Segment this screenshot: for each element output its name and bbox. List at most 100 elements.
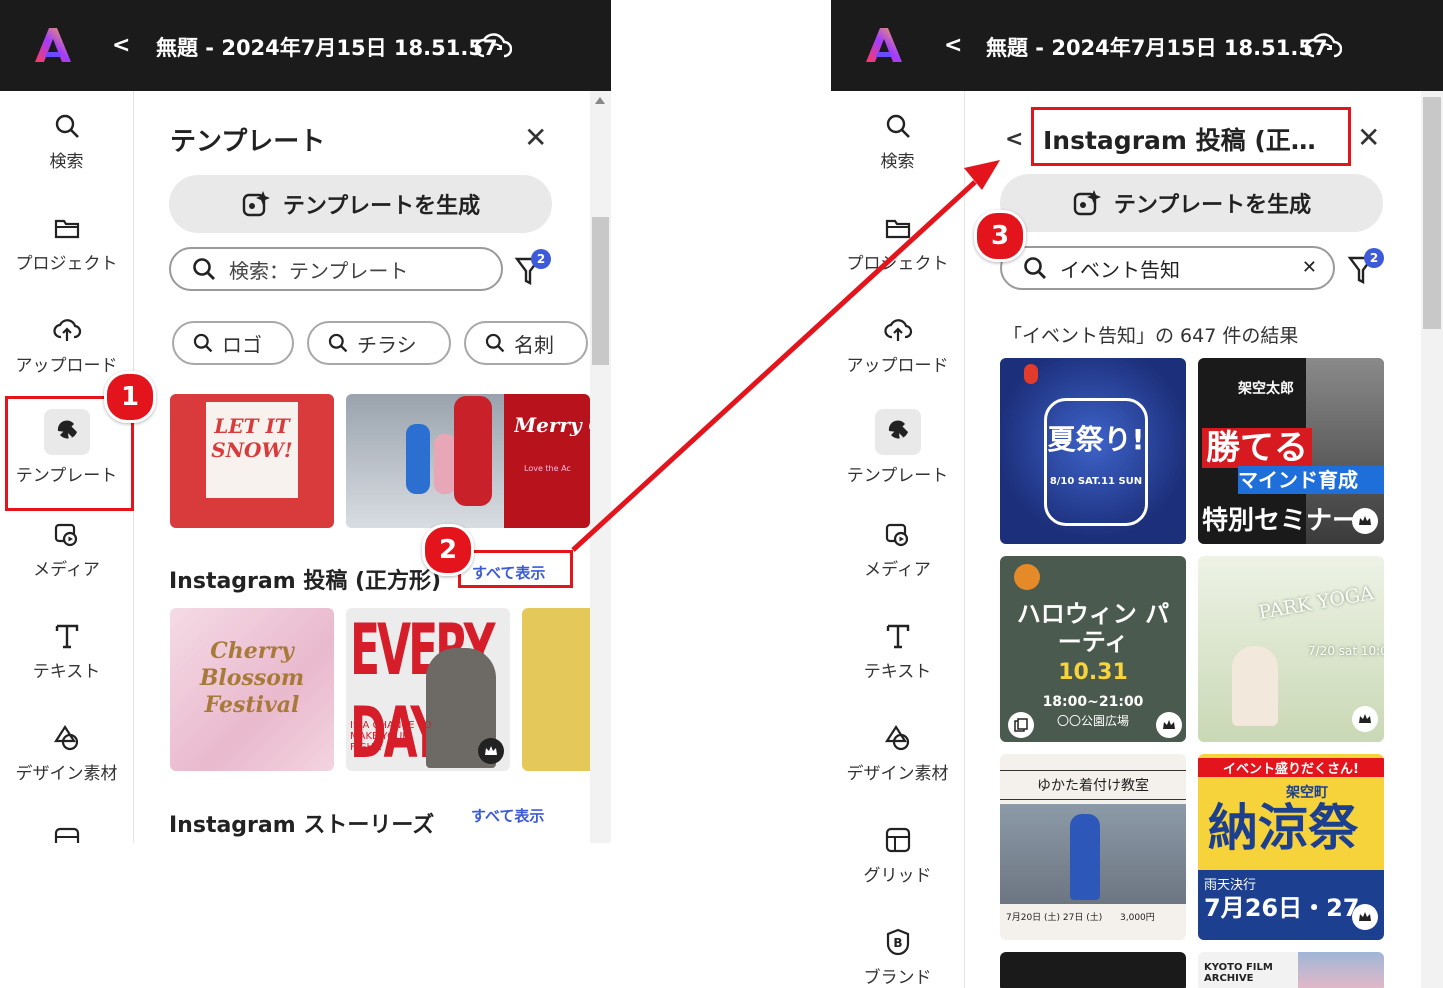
thumb-text: 特別セミナー bbox=[1202, 506, 1359, 536]
thumb-text: 夏祭り! bbox=[1047, 423, 1145, 456]
thumb-text: 7月26日・27 bbox=[1204, 894, 1360, 922]
scroll-up-arrow-icon[interactable] bbox=[595, 97, 605, 104]
sidebar-item-search[interactable]: 検索 bbox=[0, 111, 133, 172]
copy-icon bbox=[1008, 712, 1034, 738]
sidebar-item-media[interactable]: メディア bbox=[0, 519, 133, 580]
template-thumb-cherry-blossom[interactable]: Cherry Blossom Festival bbox=[170, 608, 334, 771]
sidebar-item-upload[interactable]: アップロード bbox=[0, 315, 133, 376]
sidebar-item-search[interactable]: 検索 bbox=[831, 111, 964, 172]
template-thumb-merry-christmas[interactable]: Merry Christ Love the Ac bbox=[346, 394, 590, 528]
scrollbar-thumb[interactable] bbox=[1423, 97, 1441, 329]
design-elements-icon bbox=[884, 724, 909, 751]
left-sidebar: 検索 プロジェクト アップロード テンプレート メディア テキスト デザイン素材 bbox=[831, 91, 965, 988]
panel-scrollbar[interactable] bbox=[590, 91, 611, 843]
thumb-text: 3,000円 bbox=[1120, 913, 1155, 923]
sidebar-item-label: グリッド bbox=[863, 866, 932, 886]
thumb-text: KYOTO FILM ARCHIVE bbox=[1204, 962, 1273, 984]
panel-back-chevron-icon[interactable]: < bbox=[1005, 127, 1023, 152]
chip-flyer[interactable]: チラシ bbox=[307, 321, 451, 365]
highlight-panel-title bbox=[1031, 107, 1351, 166]
sidebar-item-projects[interactable]: プロジェクト bbox=[831, 213, 964, 274]
sidebar-item-media[interactable]: メディア bbox=[831, 519, 964, 580]
chip-label: チラシ bbox=[357, 332, 417, 357]
sidebar-item-design-elements[interactable]: デザイン素材 bbox=[831, 723, 964, 784]
text-icon bbox=[55, 624, 78, 649]
upload-icon bbox=[52, 319, 81, 341]
chip-business-card[interactable]: 名刺 bbox=[464, 321, 588, 365]
panel-title: テンプレート bbox=[170, 127, 326, 157]
lantern-decoration bbox=[1024, 364, 1038, 384]
template-result-kyoto-film[interactable]: KYOTO FILM ARCHIVE bbox=[1198, 952, 1384, 988]
templates-panel: < Instagram 投稿 (正… ✕ テンプレートを生成 イベント告知 ✕ … bbox=[965, 91, 1443, 988]
app-topbar: < 無題 - 2024年7月15日 18.51.57 bbox=[0, 0, 611, 91]
thumb-photo-sakura bbox=[1298, 952, 1384, 988]
adobe-express-logo[interactable] bbox=[34, 26, 72, 64]
panel-scrollbar[interactable] bbox=[1421, 91, 1443, 988]
search-icon bbox=[485, 333, 505, 353]
generate-template-button[interactable]: テンプレートを生成 bbox=[1000, 174, 1383, 232]
sidebar-item-label: 検索 bbox=[880, 152, 915, 172]
sidebar-item-text[interactable]: テキスト bbox=[0, 621, 133, 682]
upload-icon bbox=[883, 319, 912, 341]
template-thumb-let-it-snow[interactable]: LET IT SNOW! bbox=[170, 394, 334, 528]
template-thumb-every-day[interactable]: EVERY DAY IS A CHANCE TO MAKE YOUR FIGHT… bbox=[346, 608, 510, 771]
highlight-see-all bbox=[458, 550, 573, 588]
close-panel-icon[interactable]: ✕ bbox=[524, 121, 547, 154]
template-result-noryosai[interactable]: イベント盛りだくさん! 架空町 納涼祭 雨天決行 7月26日・27 bbox=[1198, 754, 1384, 940]
search-icon bbox=[328, 333, 348, 353]
document-title[interactable]: 無題 - 2024年7月15日 18.51.57 bbox=[986, 32, 1328, 62]
see-all-stories-link[interactable]: すべて表示 bbox=[471, 805, 544, 826]
sidebar-item-brand[interactable]: B ブランド bbox=[831, 927, 964, 988]
template-result-dark-partial[interactable] bbox=[1000, 952, 1186, 988]
sidebar-item-grid-partial[interactable] bbox=[0, 825, 133, 843]
template-search-input[interactable]: 検索：テンプレート bbox=[169, 247, 503, 291]
back-chevron-icon[interactable]: < bbox=[112, 33, 130, 58]
sidebar-item-templates[interactable]: テンプレート bbox=[831, 409, 964, 486]
back-chevron-icon[interactable]: < bbox=[944, 33, 962, 58]
chip-label: 名刺 bbox=[514, 332, 554, 357]
template-result-natsumatsuri[interactable]: 夏祭り! 8/10 SAT.11 SUN bbox=[1000, 358, 1186, 544]
grid-icon bbox=[885, 827, 910, 853]
search-icon bbox=[193, 258, 215, 280]
sidebar-item-label: ブランド bbox=[863, 968, 932, 988]
sidebar-item-projects[interactable]: プロジェクト bbox=[0, 213, 133, 274]
thumb-text: PARK YOGA bbox=[1256, 582, 1376, 624]
template-result-halloween[interactable]: ハロウィン パーティ 10.31 18:00~21:00 〇〇公園広場 bbox=[1000, 556, 1186, 742]
step-badge-3: 3 bbox=[974, 210, 1026, 262]
brand-icon: B bbox=[886, 928, 909, 956]
cloud-sync-icon[interactable] bbox=[474, 30, 512, 62]
folder-icon bbox=[54, 219, 79, 239]
thumb-yoga-figure bbox=[1232, 646, 1278, 726]
sidebar-item-text[interactable]: テキスト bbox=[831, 621, 964, 682]
template-result-park-yoga[interactable]: PARK YOGA 7/20 sat 10:00- bbox=[1198, 556, 1384, 742]
thumb-text: Cherry Blossom Festival bbox=[199, 638, 305, 718]
generate-template-button[interactable]: テンプレートを生成 bbox=[169, 175, 552, 233]
scrollbar-thumb[interactable] bbox=[592, 217, 609, 365]
search-placeholder: 検索：テンプレート bbox=[229, 258, 409, 283]
sidebar-item-label: プロジェクト bbox=[846, 254, 949, 274]
chip-logo[interactable]: ロゴ bbox=[172, 321, 294, 365]
cloud-sync-icon[interactable] bbox=[1304, 30, 1342, 62]
thumb-text: マインド育成 bbox=[1238, 466, 1384, 494]
sidebar-item-grid[interactable]: グリッド bbox=[831, 825, 964, 886]
thumb-kimono-figure bbox=[1070, 814, 1100, 900]
app-topbar: < 無題 - 2024年7月15日 18.51.57 bbox=[831, 0, 1443, 91]
folder-icon bbox=[885, 219, 910, 239]
clear-search-icon[interactable]: ✕ bbox=[1302, 257, 1317, 278]
sidebar-item-design-elements[interactable]: デザイン素材 bbox=[0, 723, 133, 784]
template-thumb-yellow-partial[interactable] bbox=[522, 608, 592, 771]
sidebar-item-upload[interactable]: アップロード bbox=[831, 315, 964, 376]
sidebar-item-label: テンプレート bbox=[846, 466, 949, 486]
template-search-input[interactable]: イベント告知 ✕ bbox=[1000, 246, 1335, 290]
template-result-yukata[interactable]: ゆかた着付け教室 7月20日 (土) 27日 (土) 3,000円 bbox=[1000, 754, 1186, 940]
sidebar-item-label: テキスト bbox=[863, 662, 932, 682]
thumb-subtext: Love the Ac bbox=[524, 464, 571, 473]
adobe-express-logo[interactable] bbox=[865, 26, 903, 64]
close-panel-icon[interactable]: ✕ bbox=[1357, 121, 1380, 154]
document-title[interactable]: 無題 - 2024年7月15日 18.51.57 bbox=[156, 32, 498, 62]
thumb-text: Merry Christ bbox=[514, 414, 590, 436]
template-result-seminar[interactable]: 架空太郎 勝てる マインド育成 特別セミナー bbox=[1198, 358, 1384, 544]
generate-sparkle-icon bbox=[242, 191, 270, 217]
premium-crown-icon bbox=[1352, 706, 1378, 732]
thumb-adult-figure bbox=[454, 396, 492, 506]
